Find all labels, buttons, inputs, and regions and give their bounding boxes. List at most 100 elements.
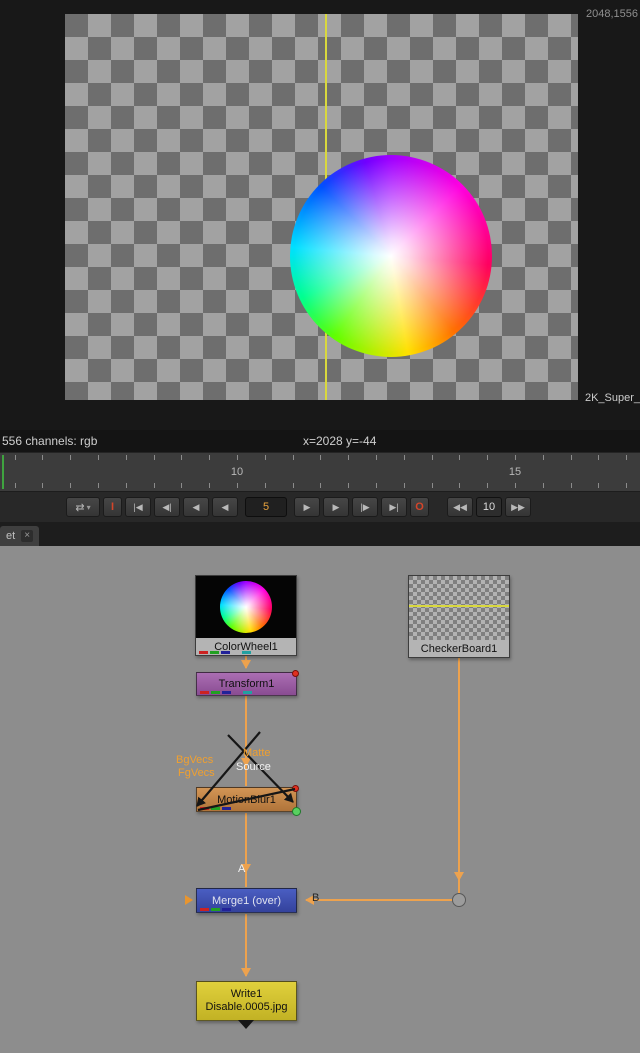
node-colorwheel1[interactable]: ColorWheel1	[195, 575, 297, 656]
status-dot-green	[292, 807, 301, 816]
viewer-canvas[interactable]	[65, 14, 578, 400]
node-write1[interactable]: Write1 Disable.0005.jpg	[196, 981, 297, 1021]
channel-stripe-extra	[242, 651, 251, 654]
ruler-tick	[571, 455, 572, 460]
channels-label: 556 channels: rgb	[2, 434, 97, 448]
frame-tick-label: 10	[231, 466, 243, 478]
colorwheel-image	[290, 155, 492, 357]
ruler-tick	[293, 483, 294, 488]
ruler-tick	[626, 483, 627, 488]
out-point-button[interactable]: O	[410, 497, 429, 517]
port-label-b: B	[312, 892, 319, 904]
ruler-tick	[154, 455, 155, 460]
ruler-tick	[487, 455, 488, 460]
port-label-a: A	[238, 863, 245, 875]
ruler-tick	[320, 483, 321, 488]
ruler-tick	[404, 483, 405, 488]
node-merge1[interactable]: Merge1 (over)	[196, 888, 297, 913]
ruler-tick	[237, 455, 238, 460]
checkerboard-thumbnail	[409, 576, 509, 640]
playback-mode-button[interactable]: ⇄ ▾	[66, 497, 100, 517]
ruler-tick	[543, 455, 544, 460]
node-motionblur1[interactable]: MotionBlur1	[196, 787, 297, 812]
ruler-tick	[15, 455, 16, 460]
connection-wires	[0, 546, 640, 1053]
current-frame-field[interactable]: 5	[245, 497, 287, 517]
port-label-source: Source	[236, 761, 271, 773]
merge-mask-input-arrow[interactable]	[185, 895, 193, 905]
step-back-button[interactable]: ◀	[183, 497, 209, 517]
ruler-tick	[237, 483, 238, 488]
ruler-tick	[459, 455, 460, 460]
error-dot	[292, 785, 299, 792]
channel-stripe-green	[210, 651, 219, 654]
ruler-tick	[598, 483, 599, 488]
goto-start-button[interactable]: |◀	[125, 497, 151, 517]
error-dot	[292, 670, 299, 677]
channel-stripe-green	[211, 691, 220, 694]
wire-elbow-dot[interactable]	[452, 893, 466, 907]
ruler-tick	[598, 455, 599, 460]
ruler-tick	[209, 483, 210, 488]
node-transform1[interactable]: Transform1	[196, 672, 297, 696]
ruler-tick	[265, 483, 266, 488]
node-graph-tab[interactable]: et ×	[0, 526, 39, 546]
channel-stripe-blue	[222, 908, 231, 911]
channel-stripe-blue	[222, 807, 231, 810]
transport-bar: ⇄ ▾ I |◀ ◀| ◀ ◀ 5 ▶ ▶ |▶ ▶| O ◀◀ 10 ▶▶	[0, 492, 640, 522]
channel-stripe-red	[200, 807, 209, 810]
prev-keyframe-button[interactable]: ◀|	[154, 497, 180, 517]
timeline-ruler[interactable]: 10 15	[0, 452, 640, 492]
ruler-tick	[70, 455, 71, 460]
next-keyframe-button[interactable]: |▶	[352, 497, 378, 517]
ruler-tick	[571, 483, 572, 488]
ruler-tick	[459, 483, 460, 488]
node-checkerboard1[interactable]: CheckerBoard1	[408, 575, 510, 658]
node-graph[interactable]: ColorWheel1 CheckerBoard1 Transform1 Mot…	[0, 546, 640, 1053]
ruler-tick	[15, 483, 16, 488]
frame-increment-button[interactable]: ▶▶	[505, 497, 531, 517]
ruler-tick	[265, 455, 266, 460]
hidden-input-wires	[0, 546, 640, 1053]
playhead-marker[interactable]	[2, 455, 4, 489]
ruler-tick	[626, 455, 627, 460]
port-label-bgvecs: BgVecs	[176, 754, 213, 766]
ruler-tick	[70, 483, 71, 488]
play-forward-button[interactable]: ▶	[294, 497, 320, 517]
tab-label: et	[6, 530, 15, 542]
node-label: Merge1 (over)	[212, 895, 281, 907]
frame-decrement-button[interactable]: ◀◀	[447, 497, 473, 517]
play-backward-button[interactable]: ◀	[212, 497, 238, 517]
ruler-tick	[348, 455, 349, 460]
viewer-resolution-label: 2048,1556	[586, 8, 638, 20]
step-forward-button[interactable]: ▶	[323, 497, 349, 517]
ruler-tick	[432, 483, 433, 488]
goto-end-button[interactable]: ▶|	[381, 497, 407, 517]
ruler-tick	[376, 483, 377, 488]
cursor-coords-label: x=2028 y=-44	[303, 434, 376, 448]
ruler-tick	[42, 455, 43, 460]
ruler-tick	[42, 483, 43, 488]
channel-stripe-red	[199, 651, 208, 654]
port-label-matte: Matte	[243, 747, 271, 759]
node-label-bar: CheckerBoard1	[409, 640, 509, 657]
chevron-down-icon: ▾	[87, 503, 91, 512]
ruler-tick	[404, 455, 405, 460]
channel-stripe-red	[200, 691, 209, 694]
node-label: MotionBlur1	[217, 794, 276, 806]
panel-tab-bar: et ×	[0, 522, 640, 546]
in-point-button[interactable]: I	[103, 497, 122, 517]
close-icon[interactable]: ×	[21, 530, 33, 542]
channel-stripe-red	[200, 908, 209, 911]
thumbnail-guide-line	[409, 605, 509, 607]
channel-stripe-extra	[243, 691, 252, 694]
node-label: Transform1	[219, 678, 275, 690]
node-label-bar: ColorWheel1	[196, 638, 296, 655]
colorwheel-thumbnail	[196, 576, 296, 638]
frame-increment-field[interactable]: 10	[476, 497, 502, 517]
node-file-label: Disable.0005.jpg	[206, 1001, 288, 1014]
ruler-tick	[98, 483, 99, 488]
ruler-tick	[543, 483, 544, 488]
ruler-tick	[376, 455, 377, 460]
viewer-panel: 2048,1556 2K_Super_	[0, 0, 640, 430]
